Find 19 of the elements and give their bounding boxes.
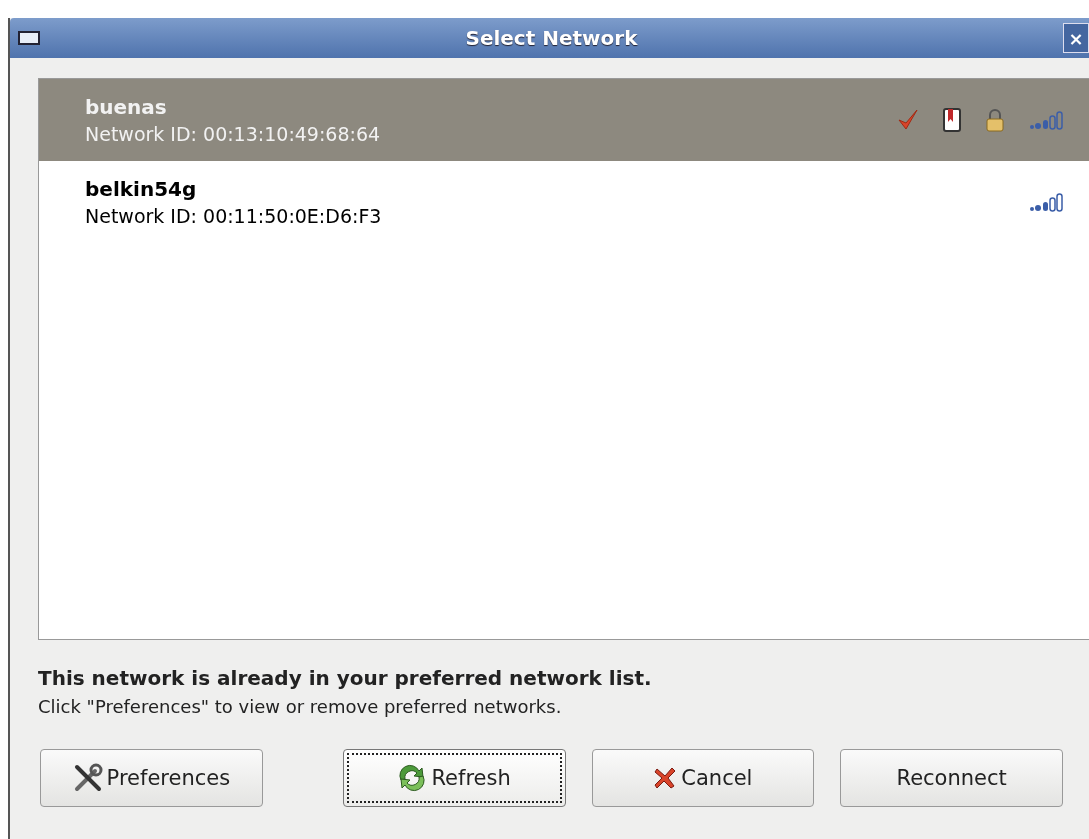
cancel-button[interactable]: Cancel (591, 749, 815, 807)
network-id: Network ID: 00:13:10:49:68:64 (85, 123, 382, 145)
reconnect-button[interactable]: Reconnect (840, 749, 1063, 807)
preferences-button[interactable]: Preferences (40, 749, 263, 807)
network-name: buenas (85, 95, 168, 119)
cancel-icon (653, 766, 678, 790)
tools-icon (72, 763, 103, 793)
signal-icon (1029, 192, 1065, 212)
window-menu-icon[interactable] (18, 31, 40, 45)
network-row[interactable]: belkin54g Network ID: 00:11:50:0E:D6:F3 (39, 161, 1089, 243)
network-name: belkin54g (85, 177, 198, 201)
signal-icon (1029, 110, 1065, 130)
close-button[interactable]: × (1063, 23, 1089, 53)
refresh-icon (397, 764, 428, 792)
window-title: Select Network (464, 26, 639, 50)
refresh-button[interactable]: Refresh (342, 749, 566, 807)
message-heading: This network is already in your preferred network list. (38, 666, 653, 690)
network-id: Network ID: 00:11:50:0E:D6:F3 (85, 205, 383, 227)
message-detail: Click "Preferences" to view or remove preferred networks. (38, 696, 563, 717)
